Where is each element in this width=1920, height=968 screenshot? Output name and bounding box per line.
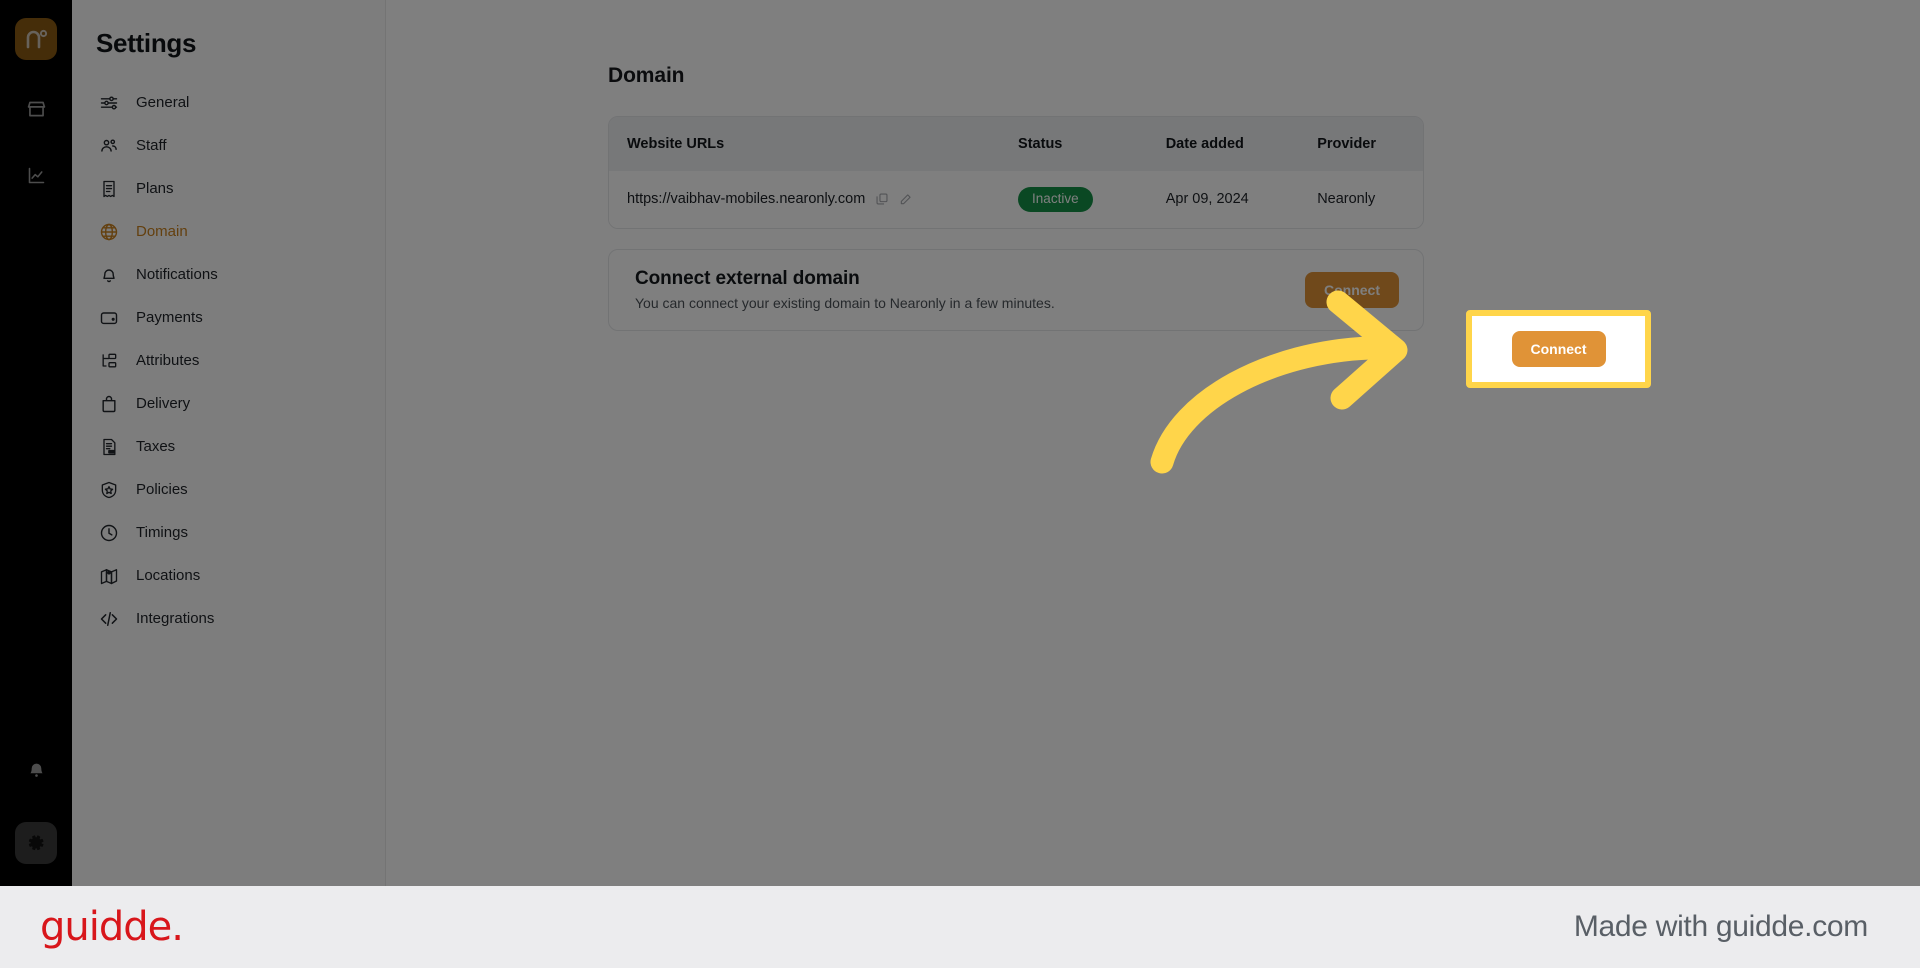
connect-button-spotlight: Connect xyxy=(1466,310,1651,388)
sidebar-item-label: Attributes xyxy=(136,352,200,369)
globe-icon xyxy=(98,221,120,243)
left-app-rail xyxy=(0,0,72,886)
sidebar-item-timings[interactable]: Timings xyxy=(72,511,385,554)
sidebar-item-label: Integrations xyxy=(136,610,215,627)
domain-table: Website URLs Status Date added Provider … xyxy=(609,117,1423,228)
cell-status: Inactive xyxy=(1018,171,1166,228)
analytics-glyph xyxy=(28,167,44,183)
sidebar-item-taxes[interactable]: Taxes xyxy=(72,425,385,468)
tax-doc-icon xyxy=(98,436,120,458)
sidebar-item-domain[interactable]: Domain xyxy=(72,210,385,253)
settings-sidebar: Settings General Staff Plans Domain Noti… xyxy=(72,0,386,886)
receipt-icon xyxy=(98,178,120,200)
domain-url-text: https://vaibhav-mobiles.nearonly.com xyxy=(627,191,866,208)
app-window: Settings General Staff Plans Domain Noti… xyxy=(0,0,1920,886)
logo-glyph xyxy=(26,29,48,49)
connect-external-domain-card: Connect external domain You can connect … xyxy=(608,248,1424,331)
sitemap-icon xyxy=(98,350,120,372)
sidebar-item-attributes[interactable]: Attributes xyxy=(72,339,385,382)
map-icon xyxy=(98,565,120,587)
clock-icon xyxy=(98,522,120,544)
sidebar-item-label: Payments xyxy=(136,309,203,326)
bag-icon xyxy=(98,393,120,415)
sidebar-item-notifications[interactable]: Notifications xyxy=(72,253,385,296)
table-body: https://vaibhav-mobiles.nearonly.com Ina… xyxy=(609,171,1423,228)
sidebar-item-label: Notifications xyxy=(136,266,218,283)
sidebar-item-locations[interactable]: Locations xyxy=(72,554,385,597)
table-header-row: Website URLs Status Date added Provider xyxy=(609,117,1423,171)
cell-website-url: https://vaibhav-mobiles.nearonly.com xyxy=(609,171,1019,228)
sidebar-item-plans[interactable]: Plans xyxy=(72,167,385,210)
sidebar-item-payments[interactable]: Payments xyxy=(72,296,385,339)
sidebar-item-label: Plans xyxy=(136,180,174,197)
rail-bottom-group xyxy=(0,750,72,864)
url-cell: https://vaibhav-mobiles.nearonly.com xyxy=(627,191,1018,207)
sidebar-item-delivery[interactable]: Delivery xyxy=(72,382,385,425)
sidebar-item-staff[interactable]: Staff xyxy=(72,124,385,167)
guidde-logo: guidde. xyxy=(40,904,184,950)
status-badge: Inactive xyxy=(1018,187,1093,212)
sidebar-item-label: Domain xyxy=(136,223,188,240)
connect-button[interactable]: Connect xyxy=(1511,331,1606,367)
made-with-guidde-text: Made with guidde.com xyxy=(1573,910,1868,943)
sidebar-item-label: Locations xyxy=(136,567,201,584)
sidebar-item-label: Taxes xyxy=(136,438,176,455)
gear-icon[interactable] xyxy=(15,822,57,864)
nearonly-logo[interactable] xyxy=(15,18,57,60)
wallet-icon xyxy=(98,307,120,329)
col-header-provider: Provider xyxy=(1317,117,1423,171)
settings-nav-list: General Staff Plans Domain Notifications… xyxy=(72,73,385,640)
connect-card-title: Connect external domain xyxy=(635,268,860,289)
sliders-icon xyxy=(98,92,120,114)
connect-card-text: Connect external domain You can connect … xyxy=(635,268,1055,311)
cell-provider: Nearonly xyxy=(1317,171,1423,228)
main-content: Domain Website URLs Status Date added Pr… xyxy=(386,0,1920,886)
sidebar-item-label: General xyxy=(136,94,190,111)
sidebar-item-general[interactable]: General xyxy=(72,81,385,124)
cell-date-added: Apr 09, 2024 xyxy=(1165,171,1318,228)
sidebar-item-label: Delivery xyxy=(136,395,191,412)
col-header-website-urls: Website URLs xyxy=(609,117,1019,171)
domain-table-card: Website URLs Status Date added Provider … xyxy=(608,116,1424,229)
bell-glyph xyxy=(29,763,43,777)
edit-icon[interactable] xyxy=(898,192,913,207)
connect-button-underlay[interactable]: Connect xyxy=(1305,271,1399,308)
copy-icon[interactable] xyxy=(874,192,889,207)
table-row: https://vaibhav-mobiles.nearonly.com Ina… xyxy=(609,171,1423,228)
store-icon[interactable] xyxy=(15,88,57,130)
analytics-icon[interactable] xyxy=(15,154,57,196)
sidebar-item-integrations[interactable]: Integrations xyxy=(72,597,385,640)
table-head: Website URLs Status Date added Provider xyxy=(609,117,1423,171)
store-glyph xyxy=(27,101,45,116)
code-icon xyxy=(98,608,120,630)
shield-icon xyxy=(98,479,120,501)
sidebar-item-label: Policies xyxy=(136,481,188,498)
sidebar-item-policies[interactable]: Policies xyxy=(72,468,385,511)
bell-icon[interactable] xyxy=(15,750,57,792)
sidebar-item-label: Staff xyxy=(136,137,167,154)
guidde-footer-bar: guidde. Made with guidde.com xyxy=(0,886,1920,968)
gear-glyph xyxy=(28,835,44,851)
settings-title: Settings xyxy=(96,28,197,58)
col-header-date-added: Date added xyxy=(1165,117,1318,171)
users-icon xyxy=(98,135,120,157)
screen-root: Settings General Staff Plans Domain Noti… xyxy=(0,0,1920,968)
bell-icon xyxy=(98,264,120,286)
page-title: Domain xyxy=(608,64,685,87)
connect-card-subtitle: You can connect your existing domain to … xyxy=(635,295,1055,311)
col-header-status: Status xyxy=(1018,117,1166,171)
sidebar-item-label: Timings xyxy=(136,524,188,541)
